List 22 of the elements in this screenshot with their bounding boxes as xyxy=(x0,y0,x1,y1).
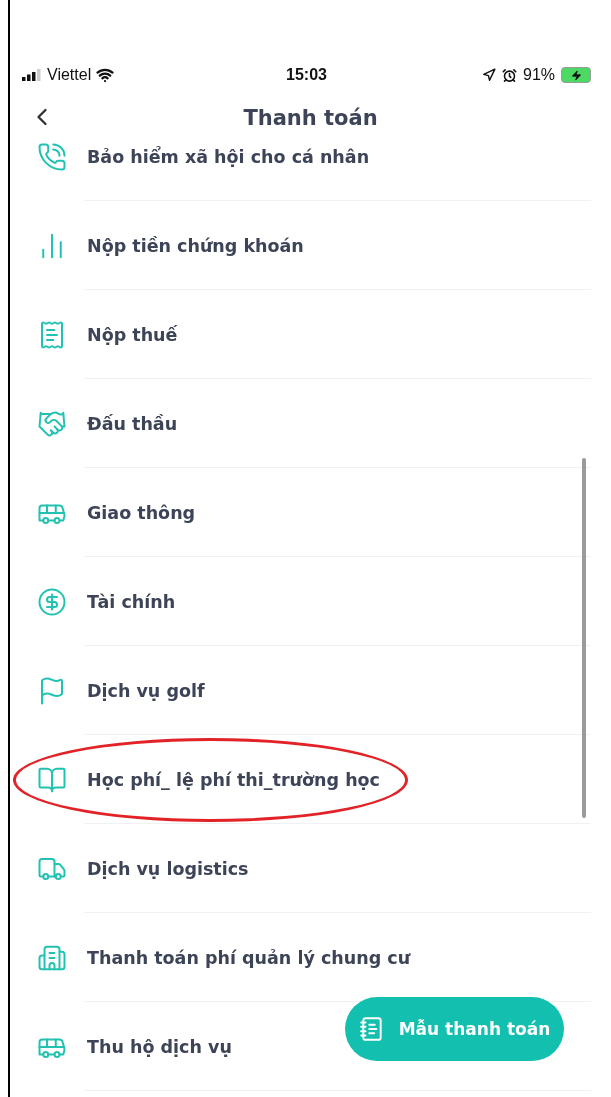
wifi-icon xyxy=(96,66,115,84)
menu-item[interactable]: Nộp tiền chứng khoán xyxy=(87,235,304,256)
menu-item[interactable]: Dịch vụ logistics xyxy=(87,858,249,879)
menu-item[interactable]: Học phí_ lệ phí thi_trường học xyxy=(87,769,380,790)
dollar-coin-icon xyxy=(37,586,67,617)
carrier-name: Viettel xyxy=(47,66,92,84)
clock-time: 15:03 xyxy=(286,66,327,84)
signal-icon xyxy=(22,69,42,81)
page-title: Thanh toán xyxy=(243,105,378,130)
location-icon xyxy=(482,68,496,82)
menu-item[interactable]: Thu hộ dịch vụ xyxy=(87,1036,232,1057)
menu-item[interactable]: Nộp thuế xyxy=(87,324,178,345)
menu-item[interactable]: Dịch vụ golf xyxy=(87,680,205,701)
menu-item[interactable]: Đấu thầu xyxy=(87,413,178,434)
battery-icon xyxy=(561,67,591,83)
menu-item[interactable]: Tài chính xyxy=(87,591,176,612)
menu-item[interactable]: Giao thông xyxy=(87,502,196,523)
menu-item[interactable]: Bảo hiểm xã hội cho cá nhân xyxy=(87,146,370,167)
alarm-icon xyxy=(502,67,517,83)
menu-item[interactable]: Thanh toán phí quản lý chung cư xyxy=(87,947,411,968)
battery-percent: 91% xyxy=(523,66,555,84)
notebook-icon xyxy=(358,1016,385,1042)
